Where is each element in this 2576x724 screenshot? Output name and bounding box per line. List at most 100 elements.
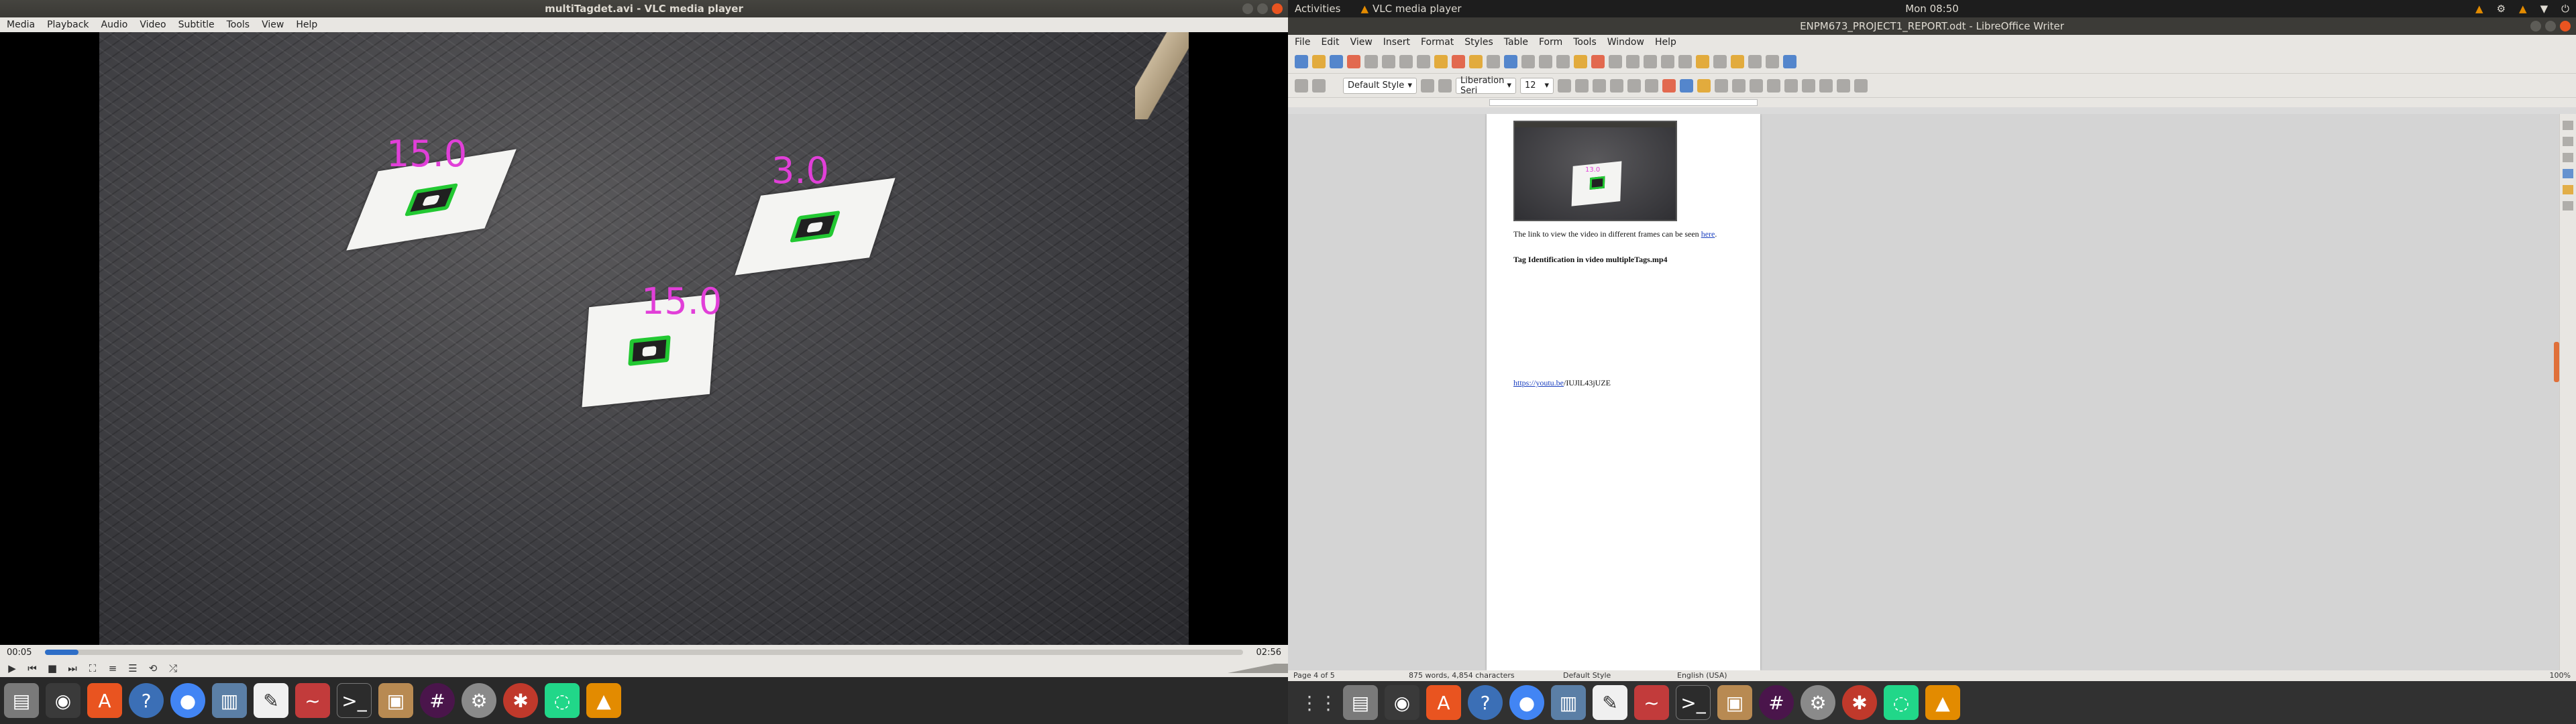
menu-styles[interactable]: Styles (1464, 37, 1493, 48)
undo-icon[interactable] (1469, 54, 1483, 68)
shapes-icon[interactable] (1783, 54, 1796, 68)
pycharm-icon[interactable]: ◌ (1884, 685, 1919, 720)
status-zoom[interactable]: 100% (2550, 671, 2571, 680)
menu-audio[interactable]: Audio (101, 19, 128, 30)
archive-icon[interactable]: ▣ (378, 683, 413, 718)
minimize-button[interactable] (2530, 21, 2541, 32)
help-icon[interactable]: ? (129, 683, 164, 718)
sidebar-properties-icon[interactable] (2563, 121, 2573, 130)
play-icon[interactable]: ▶ (5, 662, 19, 675)
embedded-screenshot[interactable]: 13.0 (1513, 121, 1677, 221)
chrome-icon[interactable]: ● (1509, 685, 1544, 720)
vlc-tray-icon-2[interactable]: ▲ (2519, 3, 2527, 15)
spider-icon[interactable]: ✱ (1842, 685, 1877, 720)
slack-icon[interactable]: # (420, 683, 455, 718)
menu-file[interactable]: File (1295, 37, 1310, 48)
superscript-icon[interactable] (1627, 78, 1641, 93)
libreoffice-icon[interactable]: ~ (1634, 685, 1669, 720)
rhythmbox-icon[interactable]: ◉ (46, 683, 80, 718)
settings-tray-icon[interactable]: ⚙ (2497, 3, 2506, 15)
back-icon[interactable] (1295, 78, 1308, 93)
clone-icon[interactable] (1452, 54, 1465, 68)
status-page-style[interactable]: Default Style (1563, 671, 1611, 680)
menu-window[interactable]: Window (1607, 37, 1644, 48)
status-language[interactable]: English (USA) (1677, 671, 1727, 680)
libreoffice-icon[interactable]: ~ (295, 683, 330, 718)
app-grid-icon[interactable]: ⋮⋮ (1300, 685, 1338, 720)
here-link[interactable]: here (1701, 229, 1715, 239)
find-replace-icon[interactable] (1504, 54, 1517, 68)
insert-table-icon[interactable] (1556, 54, 1570, 68)
document-area[interactable]: 13.0 The link to view the video in diffe… (1288, 114, 2559, 670)
outdent-icon[interactable] (1854, 78, 1868, 93)
status-page[interactable]: Page 4 of 5 (1293, 671, 1335, 680)
loop-icon[interactable]: ⟲ (146, 662, 160, 675)
activities-button[interactable]: Activities (1295, 3, 1340, 15)
forward-icon[interactable] (1312, 78, 1326, 93)
close-button[interactable] (2560, 21, 2571, 32)
menu-tools[interactable]: Tools (1573, 37, 1597, 48)
sidebar-gallery-icon[interactable] (2563, 169, 2573, 178)
app-menu[interactable]: VLC media player (1373, 3, 1462, 15)
numbering-icon[interactable] (1732, 78, 1746, 93)
cut-icon[interactable] (1399, 54, 1413, 68)
video-area[interactable]: 15.0 3.0 15.0 (0, 32, 1288, 645)
sidebar-navigator-icon[interactable] (2563, 185, 2573, 194)
menu-video[interactable]: Video (140, 19, 166, 30)
menu-help[interactable]: Help (296, 19, 317, 30)
vertical-scrollbar[interactable] (2554, 114, 2559, 670)
files-icon[interactable]: ▤ (1343, 685, 1378, 720)
power-icon[interactable]: ⏻ (2561, 3, 2569, 15)
archive-icon[interactable]: ▣ (1717, 685, 1752, 720)
extended-settings-icon[interactable]: ≡ (106, 662, 119, 675)
paste-icon[interactable] (1434, 54, 1448, 68)
cross-reference-icon[interactable] (1713, 54, 1727, 68)
chrome-icon[interactable]: ● (170, 683, 205, 718)
update-style-icon[interactable] (1421, 78, 1434, 93)
menu-form[interactable]: Form (1539, 37, 1562, 48)
help-icon[interactable]: ? (1468, 685, 1503, 720)
copy-icon[interactable] (1417, 54, 1430, 68)
text-editor-icon[interactable]: ✎ (254, 683, 288, 718)
align-right-icon[interactable] (1784, 78, 1798, 93)
settings-icon[interactable]: ⚙ (1801, 685, 1835, 720)
open-icon[interactable] (1312, 54, 1326, 68)
youtube-url[interactable]: https://youtu.be/IUJlL43jUZE (1513, 378, 1611, 388)
ruler[interactable] (1288, 98, 2576, 107)
fullscreen-icon[interactable]: ⛶ (86, 662, 99, 675)
spelling-icon[interactable] (1521, 54, 1535, 68)
software-icon[interactable]: A (87, 683, 122, 718)
bookmark-icon[interactable] (1696, 54, 1709, 68)
minimize-button[interactable] (1242, 3, 1253, 14)
seek-bar[interactable] (45, 650, 1243, 655)
hyperlink-icon[interactable] (1644, 54, 1657, 68)
maximize-button[interactable] (1257, 3, 1268, 14)
footnote-icon[interactable] (1661, 54, 1674, 68)
endnote-icon[interactable] (1678, 54, 1692, 68)
clear-formatting-icon[interactable] (1662, 78, 1676, 93)
bullets-icon[interactable] (1715, 78, 1728, 93)
special-character-icon[interactable] (1626, 54, 1640, 68)
line-spacing-icon[interactable] (1819, 78, 1833, 93)
new-style-icon[interactable] (1438, 78, 1452, 93)
sidebar-page-icon[interactable] (2563, 153, 2573, 162)
italic-icon[interactable] (1575, 78, 1589, 93)
menu-subtitle[interactable]: Subtitle (178, 19, 215, 30)
vlc-icon[interactable]: ▲ (586, 683, 621, 718)
files-icon[interactable]: ▥ (212, 683, 247, 718)
menu-format[interactable]: Format (1421, 37, 1454, 48)
print-icon[interactable] (1364, 54, 1378, 68)
align-center-icon[interactable] (1767, 78, 1780, 93)
justify-icon[interactable] (1802, 78, 1815, 93)
previous-icon[interactable]: ⏮ (25, 662, 39, 675)
indent-icon[interactable] (1837, 78, 1850, 93)
bold-icon[interactable] (1558, 78, 1571, 93)
line-icon[interactable] (1766, 54, 1779, 68)
subscript-icon[interactable] (1645, 78, 1658, 93)
scroll-thumb[interactable] (2554, 342, 2559, 382)
align-left-icon[interactable] (1750, 78, 1763, 93)
next-icon[interactable]: ⏭ (66, 662, 79, 675)
font-color-icon[interactable] (1680, 78, 1693, 93)
comment-icon[interactable] (1731, 54, 1744, 68)
new-icon[interactable] (1295, 54, 1308, 68)
